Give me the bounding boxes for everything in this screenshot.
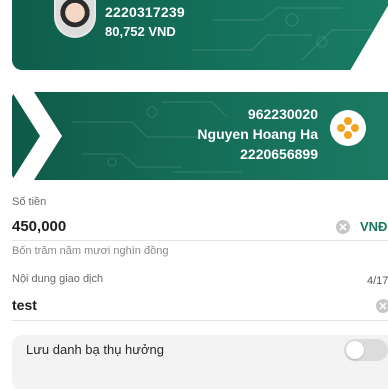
amount-label: Số tiền [12,196,47,208]
divider [12,240,388,241]
beneficiary-account-number: 962230020 [247,106,318,122]
bank-logo-icon [330,110,366,146]
beneficiary-info: 962230020 Nguyen Hoang Ha 2220656899 [197,104,318,164]
save-beneficiary-toggle[interactable] [344,339,388,361]
source-account-balance: 80,752 VND [105,24,176,39]
description-label: Nội dung giao dịch [12,273,104,285]
source-account-number: 2220317239 [105,4,185,20]
description-input[interactable]: test [12,297,37,313]
description-char-counter: 4/17 [367,275,388,287]
beneficiary-name: Nguyen Hoang Ha [197,126,318,142]
chevron-arrow-icon [12,92,62,180]
beneficiary-secondary-number: 2220656899 [240,146,318,162]
currency-label: VNĐ [360,219,388,234]
clear-description-icon[interactable] [376,299,388,313]
amount-in-words: Bốn trăm năm mươi nghìn đồng [12,245,169,257]
amount-input[interactable]: 450,000 [12,218,66,235]
clear-amount-icon[interactable] [336,220,350,234]
toggle-knob [346,341,364,359]
beneficiary-card[interactable]: 962230020 Nguyen Hoang Ha 2220656899 [12,92,388,180]
divider [12,320,388,321]
source-account-card[interactable]: 2220317239 80,752 VND [12,0,388,70]
save-beneficiary-label: Lưu danh bạ thụ hưởng [26,342,164,357]
